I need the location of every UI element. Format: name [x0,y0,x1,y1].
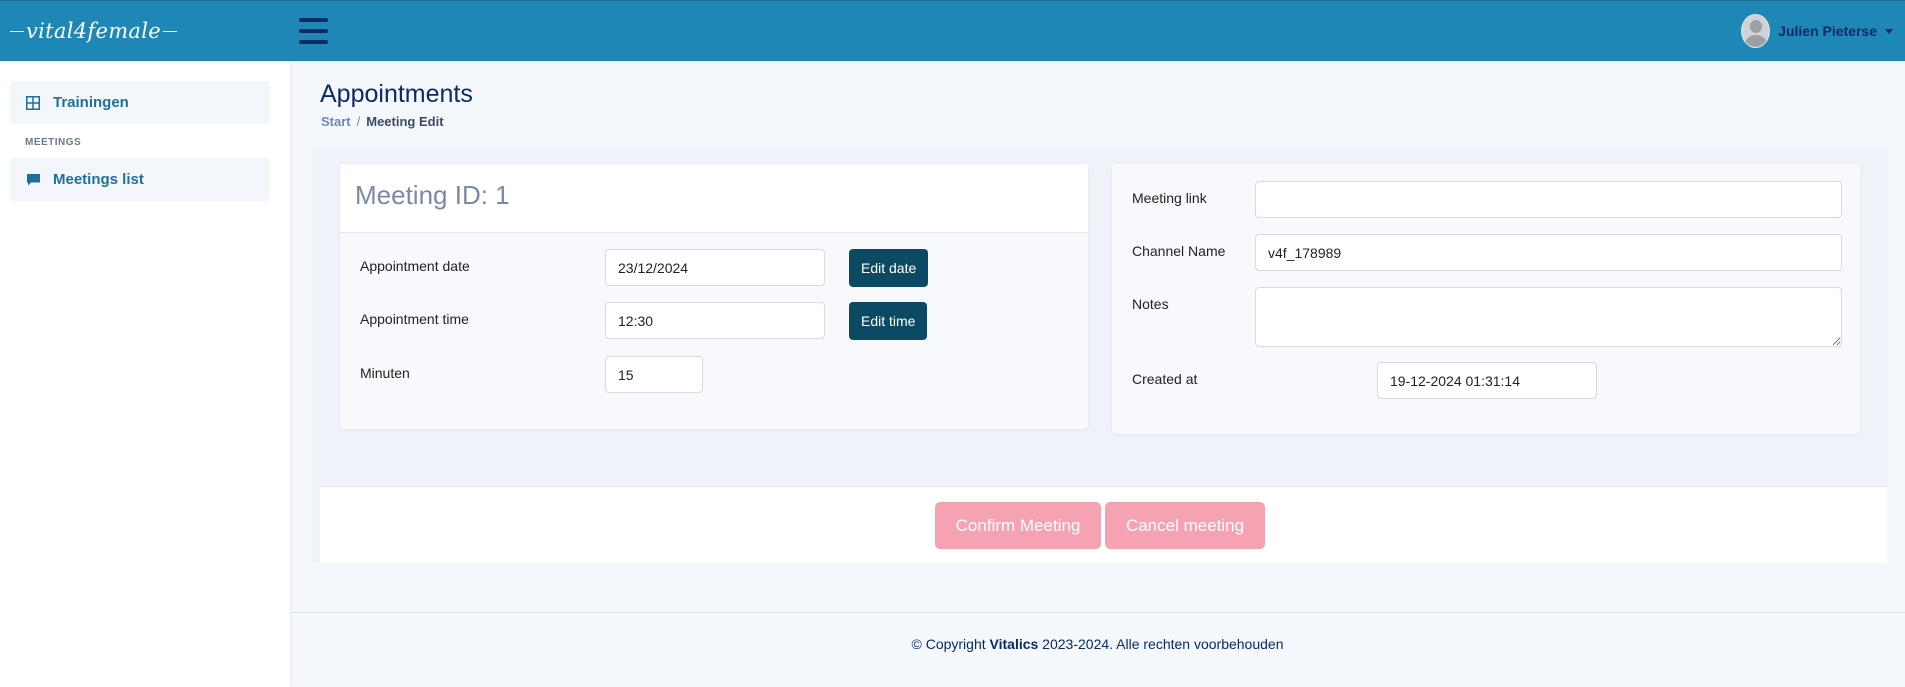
notes-textarea[interactable] [1255,287,1842,347]
sidebar-item-meetings-list[interactable]: Meetings list [10,158,270,201]
edit-date-button[interactable]: Edit date [849,249,929,287]
chat-icon [25,172,41,188]
confirm-meeting-button[interactable]: Confirm Meeting [935,502,1101,549]
created-at-input[interactable] [1377,362,1597,399]
sidebar-item-trainingen[interactable]: Trainingen [10,81,270,124]
meeting-card: Meeting ID: 1 Appointment date Edit date… [340,164,1088,429]
menu-toggle-icon[interactable] [299,18,328,44]
sidebar-item-label: Trainingen [53,94,129,111]
grid-icon [25,95,41,111]
page-title: Appointments [320,80,473,108]
sidebar-section-meetings: MEETINGS [25,137,82,148]
cancel-meeting-button[interactable]: Cancel meeting [1105,502,1265,549]
notes-label: Notes [1132,296,1169,312]
footer: © Copyright Vitalics 2023-2024. Alle rec… [290,636,1905,652]
footer-copyright-suffix: 2023-2024. Alle rechten voorbehouden [1038,636,1284,652]
meeting-id-heading: Meeting ID: 1 [355,180,510,210]
action-bar: Confirm Meeting Cancel meeting [320,486,1887,563]
main-panel: Meeting ID: 1 Appointment date Edit date… [312,148,1887,563]
minutes-label: Minuten [360,365,410,381]
appointment-date-label: Appointment date [360,258,470,274]
footer-copyright-prefix: © Copyright [911,636,990,652]
brand-logo[interactable]: vital4female [8,15,179,47]
sidebar-item-label: Meetings list [53,171,144,188]
breadcrumb-current: Meeting Edit [366,114,444,129]
created-at-label: Created at [1132,371,1198,387]
channel-name-input[interactable] [1255,234,1842,271]
meeting-link-input[interactable] [1255,181,1842,218]
user-menu[interactable]: Julien Pieterse [1741,14,1893,48]
breadcrumb: Start / Meeting Edit [321,114,444,129]
channel-name-label: Channel Name [1132,243,1226,259]
logo-dash-right [163,30,177,32]
caret-down-icon[interactable] [1885,28,1893,34]
avatar[interactable] [1741,14,1771,48]
breadcrumb-separator: / [356,114,361,129]
breadcrumb-start[interactable]: Start [321,114,351,129]
footer-divider [290,612,1905,613]
logo-text: vital4female [26,19,161,43]
meeting-link-label: Meeting link [1132,190,1207,206]
appointment-time-input[interactable] [605,302,825,339]
user-name[interactable]: Julien Pieterse [1778,23,1877,39]
appointment-time-label: Appointment time [360,311,469,327]
sidebar: Trainingen MEETINGS Meetings list [0,61,290,687]
appointment-date-input[interactable] [605,249,825,286]
edit-time-button[interactable]: Edit time [849,302,928,340]
meeting-details-card: Meeting link Channel Name Notes Created … [1112,164,1860,434]
meeting-card-header: Meeting ID: 1 [340,164,1088,233]
footer-company: Vitalics [989,636,1039,652]
minutes-input[interactable] [605,356,703,393]
logo-dash-left [10,30,24,32]
topbar: vital4female Julien Pieterse [0,0,1905,61]
